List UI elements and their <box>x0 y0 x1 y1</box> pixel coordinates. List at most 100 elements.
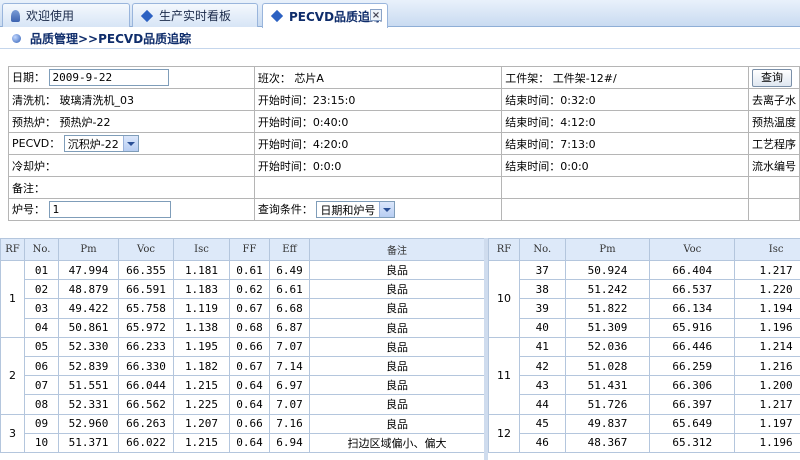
close-icon[interactable]: × <box>370 9 382 21</box>
rf-cell: 11 <box>487 336 521 415</box>
table-cell: 1.195 <box>173 336 230 357</box>
table-cell: 0.64 <box>229 375 270 396</box>
table-cell: 1.214 <box>734 336 800 357</box>
pecvd-end: 结束时间：7:13:0 <box>501 132 749 155</box>
table-cell: 66.263 <box>118 413 174 434</box>
table-cell: 66.446 <box>649 336 736 357</box>
table-cell: 66.591 <box>118 279 174 300</box>
table-cell: 66.022 <box>118 432 174 453</box>
table-cell: 52.839 <box>58 355 119 377</box>
preheat-end: 结束时间：4:12:0 <box>501 110 749 133</box>
tab-label: 生产实时看板 <box>159 9 232 23</box>
table-row: 46 48.367 65.312 1.196 <box>489 432 800 453</box>
table-cell: 66.562 <box>118 394 174 415</box>
table-cell: 0.66 <box>229 413 270 434</box>
table-cell: 51.309 <box>564 317 651 338</box>
furnace-input[interactable]: 1 <box>48 201 171 219</box>
table-cell: 良品 <box>309 317 485 338</box>
table-cell: 03 <box>24 298 59 319</box>
condition-select-value: 日期和炉号 <box>320 203 376 217</box>
table-row: 02 48.879 66.591 1.183 0.62 6.61 良品 <box>1 279 485 300</box>
bullet-icon <box>12 33 21 43</box>
table-cell: 51.551 <box>58 375 119 396</box>
table-cell: 6.49 <box>269 259 310 281</box>
diamond-icon <box>270 9 284 23</box>
furnace-label: 炉号： <box>12 202 45 216</box>
table-row: 40 51.309 65.916 1.196 <box>489 317 800 338</box>
table-row: 44 51.726 66.397 1.217 <box>489 394 800 415</box>
rf-cell: 12 <box>487 413 521 453</box>
table-cell: 1.183 <box>173 279 230 300</box>
table-cell: 49.837 <box>564 413 651 434</box>
tab-production-board[interactable]: 生产实时看板 <box>132 3 258 27</box>
chevron-down-icon[interactable] <box>122 136 138 152</box>
table-cell: 52.960 <box>58 413 119 434</box>
table-cell: 45 <box>519 413 566 434</box>
app-window: 欢迎使用 生产实时看板 PECVD品质追踪 × 品质管理>>PECVD品质追踪 … <box>0 0 800 460</box>
tab-strip: 欢迎使用 生产实时看板 PECVD品质追踪 × <box>0 0 800 28</box>
cool-cell: 冷却炉： <box>8 154 255 177</box>
table-cell: 6.68 <box>269 298 310 319</box>
pecvd-label: PECVD： <box>12 136 61 150</box>
table-cell: 51.431 <box>564 375 651 396</box>
breadcrumb-text: 品质管理>>PECVD品质追踪 <box>30 31 192 46</box>
chevron-down-icon[interactable] <box>379 202 395 218</box>
preheat-start: 开始时间：0:40:0 <box>253 110 503 133</box>
column-header: No. <box>519 238 566 261</box>
column-header: Pm <box>58 238 119 261</box>
query-cell: 查询 <box>747 66 800 89</box>
table-cell: 良品 <box>309 355 485 377</box>
cool-start: 开始时间：0:0:0 <box>253 154 503 177</box>
query-form: 日期： 2009-9-22 班次： 芯片A 工件架： 工件架-12#/ 查询 清… <box>8 66 800 221</box>
empty-cell <box>747 176 800 199</box>
table-cell: 良品 <box>309 413 485 434</box>
table-cell: 0.66 <box>229 336 270 357</box>
table-cell: 51.028 <box>564 355 651 377</box>
date-input[interactable]: 2009-9-22 <box>48 69 169 87</box>
table-cell: 1.181 <box>173 259 230 281</box>
rf-cell: 3 <box>0 413 25 453</box>
table-cell: 1.216 <box>734 355 800 377</box>
table-cell: 0.64 <box>229 432 270 453</box>
pecvd-select[interactable]: 沉积炉-22 <box>63 135 139 153</box>
table-cell: 7.16 <box>269 413 310 434</box>
table-row: 04 50.861 65.972 1.138 0.68 6.87 良品 <box>1 317 485 338</box>
column-header: Pm <box>564 238 651 261</box>
table-row: 07 51.551 66.044 1.215 0.64 6.97 良品 <box>1 375 485 396</box>
person-icon <box>11 9 20 22</box>
column-header: Voc <box>118 238 174 261</box>
tab-welcome[interactable]: 欢迎使用 <box>2 3 130 27</box>
cool-end: 结束时间：0:0:0 <box>501 154 749 177</box>
table-cell: 0.64 <box>229 394 270 415</box>
table-cell: 07 <box>24 375 59 396</box>
rf-cell: 10 <box>487 260 521 338</box>
column-header: Isc <box>173 238 230 261</box>
table-cell: 66.330 <box>118 355 174 377</box>
cleaner-end: 结束时间：0:32:0 <box>501 88 749 111</box>
empty-cell <box>747 198 800 221</box>
table-cell: 50.924 <box>564 259 651 281</box>
table-cell: 02 <box>24 279 59 300</box>
table-cell: 66.233 <box>118 336 174 357</box>
tab-pecvd-tracking[interactable]: PECVD品质追踪 × <box>262 3 388 28</box>
table-cell: 6.97 <box>269 375 310 396</box>
table-row: 12 45 49.837 65.649 1.197 <box>487 413 800 453</box>
preheat-cell: 预热炉： 预热炉-22 <box>8 110 255 133</box>
rf-cell: 1 <box>0 260 25 338</box>
table-cell: 65.312 <box>649 432 736 453</box>
results-table-left: RF No. Pm Voc Isc FF Eff 备注 1 01 47.994 66.355 1.18… <box>0 238 485 453</box>
cool-extra: 流水编号 <box>747 154 800 177</box>
table-cell: 66.306 <box>649 375 736 396</box>
pecvd-select-value: 沉积炉-22 <box>67 137 119 151</box>
table-cell: 1.220 <box>734 279 800 300</box>
table-cell: 扫边区域偏小、偏大 <box>309 432 485 453</box>
results-table-right: RF No. Pm Voc Isc 10 37 50.924 66.404 1.217 38 51.… <box>487 238 800 453</box>
condition-select[interactable]: 日期和炉号 <box>316 201 396 219</box>
table-cell: 66.355 <box>118 259 174 281</box>
table-cell: 04 <box>24 317 59 338</box>
column-header: RF <box>487 238 521 261</box>
table-cell: 42 <box>519 355 566 377</box>
table-cell: 1.200 <box>734 375 800 396</box>
table-cell: 1.225 <box>173 394 230 415</box>
query-button[interactable]: 查询 <box>751 68 792 87</box>
